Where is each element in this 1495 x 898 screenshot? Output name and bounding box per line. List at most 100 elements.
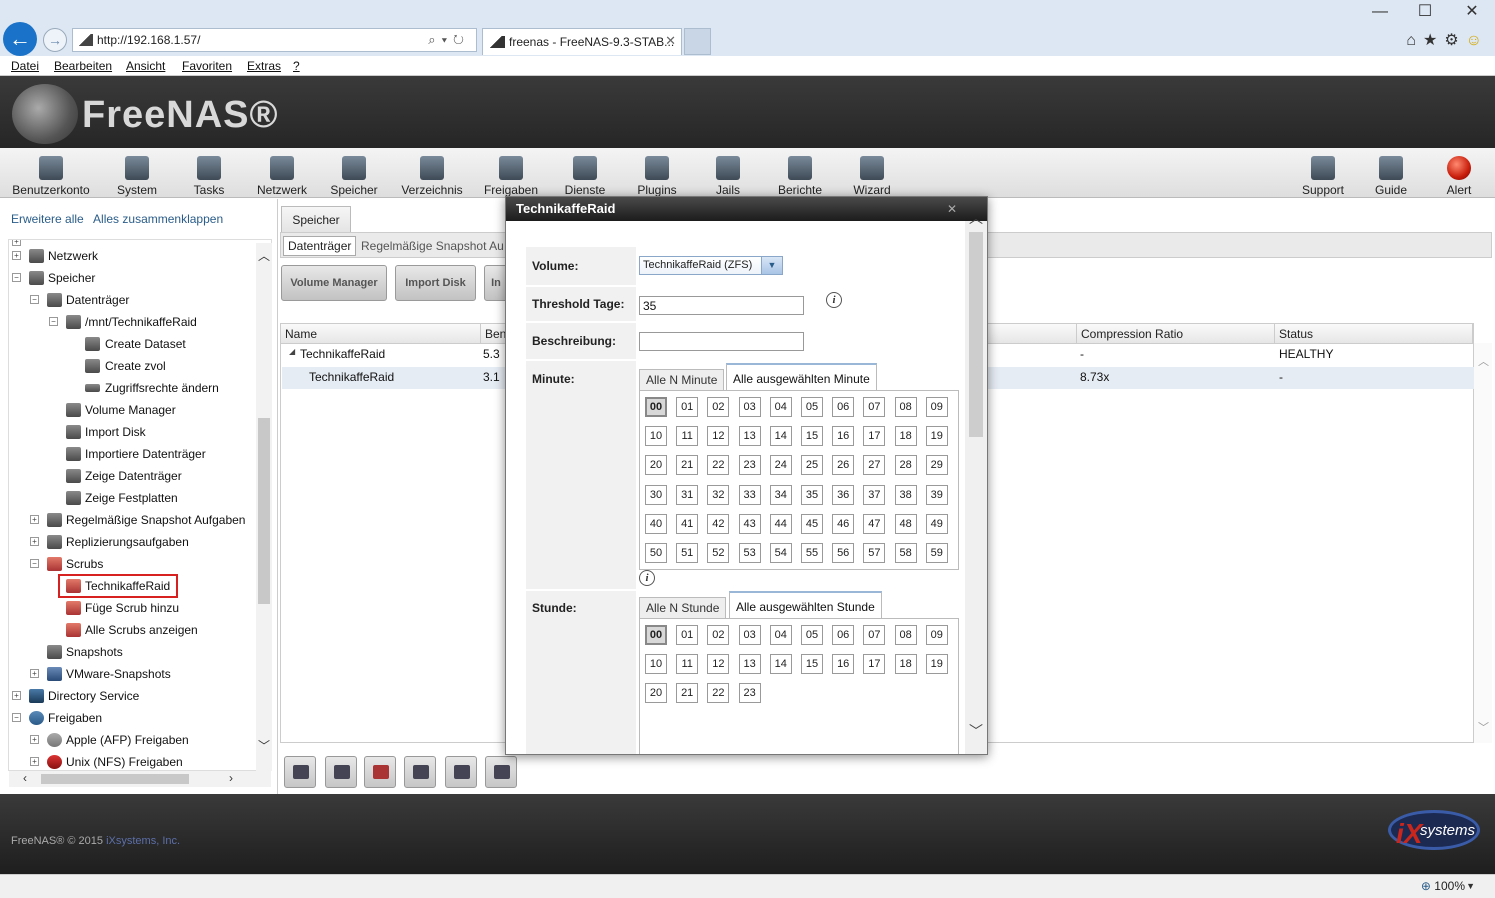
import-disk-button[interactable]: Import Disk xyxy=(395,265,476,301)
address-tools[interactable]: ⌕▾↻ xyxy=(428,32,470,48)
maximize-icon[interactable]: ☐ xyxy=(1410,2,1440,22)
minute-option-11[interactable]: 11 xyxy=(676,426,699,447)
toolbar-speicher[interactable]: Speicher xyxy=(327,148,381,198)
minute-option-10[interactable]: 10 xyxy=(645,426,667,447)
minute-option-31[interactable]: 31 xyxy=(676,484,699,505)
minimize-icon[interactable]: — xyxy=(1365,2,1395,22)
minute-option-07[interactable]: 07 xyxy=(863,397,886,417)
table-vertical-scrollbar[interactable]: ︿ ﹀ xyxy=(1474,343,1492,743)
hour-option-02[interactable]: 02 xyxy=(707,625,730,645)
toolbar-wizard[interactable]: Wizard xyxy=(850,148,894,198)
minute-option-55[interactable]: 55 xyxy=(801,543,823,563)
col-ben[interactable]: Ben xyxy=(481,324,507,344)
scroll-down-icon[interactable]: ﹀ xyxy=(1478,719,1489,735)
dropdown-icon[interactable]: ▾ xyxy=(442,32,453,47)
address-bar[interactable]: http://192.168.1.57/ ⌕▾↻ xyxy=(72,28,477,52)
search-icon[interactable]: ⌕ xyxy=(428,32,441,47)
info-icon[interactable]: i xyxy=(639,570,655,586)
smiley-icon[interactable]: ☺ xyxy=(1466,32,1489,49)
tree-expand-icon[interactable]: + xyxy=(30,515,39,524)
minute-option-48[interactable]: 48 xyxy=(894,513,917,534)
minute-option-05[interactable]: 05 xyxy=(801,397,823,417)
dialog-close-icon[interactable]: ✕ xyxy=(947,202,957,216)
scroll-left-icon[interactable]: ‹ xyxy=(23,771,27,785)
dialog-title[interactable]: TechnikaffeRaid xyxy=(506,197,987,221)
hour-option-06[interactable]: 06 xyxy=(832,625,855,645)
tab-selected-minutes[interactable]: Alle ausgewählten Minute xyxy=(726,363,877,391)
detach-volume-button[interactable] xyxy=(284,756,316,788)
minute-option-40[interactable]: 40 xyxy=(645,513,667,534)
minute-option-23[interactable]: 23 xyxy=(738,455,761,476)
hour-option-21[interactable]: 21 xyxy=(676,683,699,704)
scroll-right-icon[interactable]: › xyxy=(229,771,233,785)
minute-option-57[interactable]: 57 xyxy=(863,543,886,563)
minute-option-18[interactable]: 18 xyxy=(894,426,917,447)
volume-manager-button[interactable]: Volume Manager xyxy=(281,265,387,301)
settings-gear-icon[interactable]: ⚙ xyxy=(1444,32,1465,49)
minute-option-08[interactable]: 08 xyxy=(894,397,917,417)
minute-option-30[interactable]: 30 xyxy=(645,484,667,505)
threshold-input[interactable] xyxy=(639,296,804,315)
description-input[interactable] xyxy=(639,332,804,351)
minute-option-45[interactable]: 45 xyxy=(801,513,823,534)
new-tab-button[interactable] xyxy=(684,28,711,55)
minute-option-19[interactable]: 19 xyxy=(925,426,948,447)
info-icon[interactable]: i xyxy=(826,292,842,308)
toolbar-plugins[interactable]: Plugins xyxy=(633,148,681,198)
minute-option-49[interactable]: 49 xyxy=(925,513,948,534)
create-zvol-button[interactable] xyxy=(445,756,477,788)
tree-collapse-icon[interactable]: − xyxy=(12,713,21,722)
minute-option-16[interactable]: 16 xyxy=(832,426,855,447)
tree-collapse-icon[interactable]: − xyxy=(49,317,58,326)
address-url[interactable]: http://192.168.1.57/ xyxy=(97,33,200,47)
toolbar-alert[interactable]: Alert xyxy=(1439,148,1479,198)
toolbar-support[interactable]: Support xyxy=(1298,148,1348,198)
toolbar-freigaben[interactable]: Freigaben xyxy=(481,148,541,198)
hour-option-17[interactable]: 17 xyxy=(863,654,886,675)
hour-option-04[interactable]: 04 xyxy=(769,625,792,645)
create-dataset-button[interactable] xyxy=(325,756,357,788)
minute-option-27[interactable]: 27 xyxy=(863,455,886,476)
subtab-datentraeger[interactable]: Datenträger xyxy=(283,236,357,256)
row-collapse-icon[interactable]: ◢ xyxy=(289,347,295,356)
hour-option-13[interactable]: 13 xyxy=(738,654,761,675)
toolbar-dienste[interactable]: Dienste xyxy=(560,148,610,198)
menu-favoriten[interactable]: Favoriten xyxy=(182,59,232,73)
tree-collapse-icon[interactable]: − xyxy=(30,559,39,568)
scroll-up-icon[interactable]: ︿ xyxy=(969,208,983,228)
ixsystems-link[interactable]: iXsystems, Inc. xyxy=(106,835,180,847)
tree-scroll-thumb[interactable] xyxy=(258,418,270,604)
hour-option-16[interactable]: 16 xyxy=(832,654,855,675)
back-arrow-icon[interactable]: ← xyxy=(3,22,37,56)
col-status[interactable]: Status xyxy=(1275,324,1473,344)
minute-option-58[interactable]: 58 xyxy=(894,543,917,563)
minute-option-33[interactable]: 33 xyxy=(738,484,761,505)
row1-name[interactable]: TechnikaffeRaid xyxy=(300,347,385,361)
scroll-down-icon[interactable]: ﹀ xyxy=(969,721,983,741)
minute-option-00[interactable]: 00 xyxy=(645,397,667,417)
hour-option-10[interactable]: 10 xyxy=(645,654,667,675)
toolbar-berichte[interactable]: Berichte xyxy=(774,148,826,198)
minute-option-52[interactable]: 52 xyxy=(707,543,730,563)
subtab-snapshot-tasks[interactable]: Regelmäßige Snapshot Au xyxy=(361,239,504,253)
toolbar-benutzerkonto[interactable]: Benutzerkonto xyxy=(8,148,94,198)
menu-ansicht[interactable]: Ansicht xyxy=(126,59,165,73)
hour-option-19[interactable]: 19 xyxy=(925,654,948,675)
minute-option-22[interactable]: 22 xyxy=(707,455,730,476)
minute-option-25[interactable]: 25 xyxy=(801,455,823,476)
scroll-up-icon[interactable]: ︿ xyxy=(1478,353,1489,369)
row2-name[interactable]: TechnikaffeRaid xyxy=(309,370,394,384)
minute-option-51[interactable]: 51 xyxy=(676,543,699,563)
hour-option-18[interactable]: 18 xyxy=(894,654,917,675)
hour-option-05[interactable]: 05 xyxy=(801,625,823,645)
minute-option-42[interactable]: 42 xyxy=(707,513,730,534)
menu-datei[interactable]: Datei xyxy=(11,59,39,73)
tree-expand-icon[interactable]: + xyxy=(30,735,39,744)
col-name[interactable]: Name xyxy=(281,324,481,344)
tree-expand-icon[interactable]: + xyxy=(30,757,39,766)
minute-option-43[interactable]: 43 xyxy=(738,513,761,534)
minute-option-41[interactable]: 41 xyxy=(676,513,699,534)
minute-option-04[interactable]: 04 xyxy=(769,397,792,417)
col-middle[interactable] xyxy=(987,324,1077,344)
minute-option-17[interactable]: 17 xyxy=(863,426,886,447)
